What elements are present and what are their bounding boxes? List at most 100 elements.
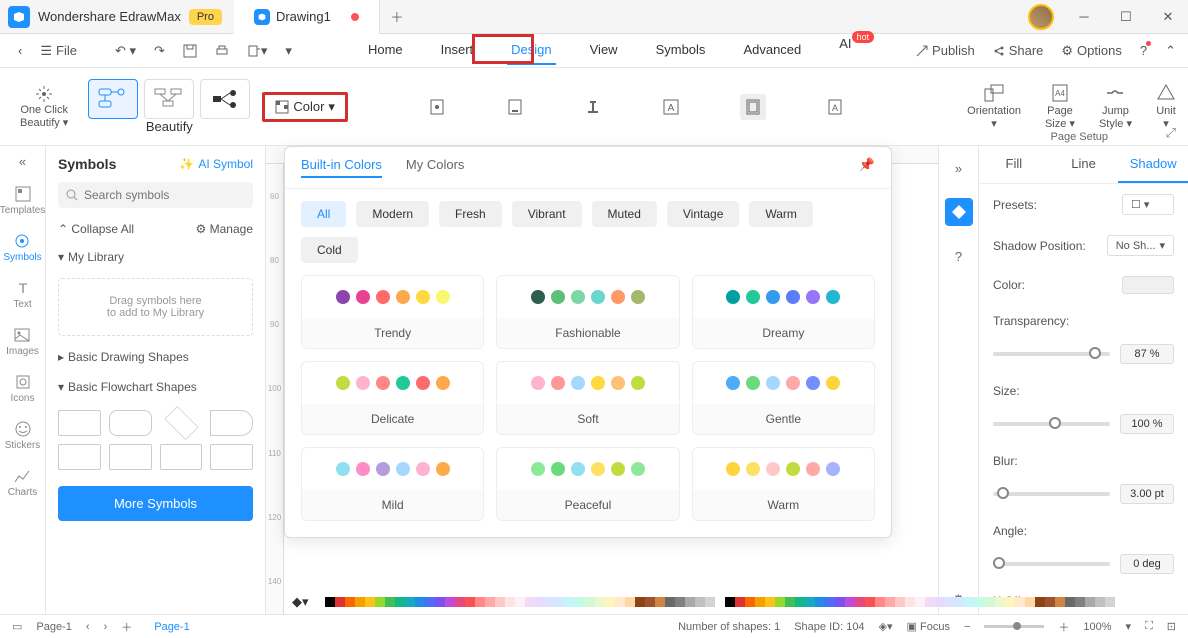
unit-button[interactable]: Unit▾ — [1156, 83, 1176, 130]
my-colors-tab[interactable]: My Colors — [406, 157, 465, 178]
rail-stickers[interactable]: Stickers — [5, 420, 41, 451]
color-card-dreamy[interactable]: Dreamy — [692, 275, 875, 349]
collapse-all[interactable]: ⌃ Collapse All — [58, 222, 134, 236]
minimize-button[interactable]: ─ — [1064, 1, 1104, 33]
shape-7[interactable] — [160, 444, 203, 470]
page-name[interactable]: Page-1 — [36, 621, 71, 633]
menu-advanced[interactable]: Advanced — [739, 36, 805, 65]
shape-rect[interactable] — [58, 410, 101, 436]
menu-ai[interactable]: AIhot — [835, 36, 874, 65]
ribbon-icon-3[interactable] — [584, 98, 602, 116]
size-slider[interactable] — [993, 422, 1110, 426]
shape-6[interactable] — [109, 444, 152, 470]
help-button[interactable]: ? — [1140, 43, 1147, 58]
ribbon-icon-5[interactable] — [740, 94, 766, 120]
filter-fresh[interactable]: Fresh — [439, 201, 502, 227]
filter-muted[interactable]: Muted — [592, 201, 657, 227]
right-rail-help[interactable]: ? — [945, 242, 973, 270]
color-dropdown[interactable]: Color▾ — [262, 92, 348, 122]
right-rail-style[interactable] — [945, 198, 973, 226]
page-tab[interactable]: Page-1 — [146, 621, 197, 633]
line-tab[interactable]: Line — [1049, 146, 1119, 183]
focus-button[interactable]: ▣ Focus — [907, 620, 950, 633]
menu-design[interactable]: Design — [507, 36, 555, 65]
filter-cold[interactable]: Cold — [301, 237, 358, 263]
manage-button[interactable]: ⚙ Manage — [196, 222, 253, 236]
orientation-button[interactable]: Orientation▾ — [967, 83, 1021, 130]
shadow-tab[interactable]: Shadow — [1118, 146, 1188, 183]
menu-insert[interactable]: Insert — [437, 36, 478, 65]
add-page[interactable]: ＋ — [121, 619, 132, 635]
pages-icon[interactable]: ▭ — [12, 620, 22, 633]
ribbon-icon-1[interactable] — [428, 98, 446, 116]
basic-flowchart-cat[interactable]: ▾ Basic Flowchart Shapes — [46, 372, 265, 402]
layout-opt-1[interactable] — [88, 79, 138, 119]
transparency-slider[interactable] — [993, 352, 1110, 356]
color-card-soft[interactable]: Soft — [496, 361, 679, 435]
options-button[interactable]: ⚙ Options — [1061, 43, 1121, 59]
angle-slider[interactable] — [993, 562, 1110, 566]
shape-diamond[interactable] — [164, 406, 198, 440]
basic-drawing-cat[interactable]: ▸ Basic Drawing Shapes — [46, 342, 265, 372]
right-rail-expand[interactable]: » — [945, 154, 973, 182]
back-button[interactable]: ‹ — [12, 39, 28, 62]
rail-text[interactable]: TText — [13, 279, 31, 310]
search-symbols[interactable] — [58, 182, 253, 208]
rail-symbols[interactable]: Symbols — [3, 232, 41, 263]
fit-page[interactable]: ⛶ — [1145, 620, 1153, 633]
page-size-button[interactable]: A4PageSize ▾ — [1045, 83, 1075, 130]
layout-opt-2[interactable] — [144, 79, 194, 119]
rail-images[interactable]: Images — [6, 326, 39, 357]
shape-8[interactable] — [210, 444, 253, 470]
size-value[interactable]: 100 % — [1120, 414, 1174, 434]
rail-charts[interactable]: Charts — [8, 467, 37, 498]
shape-doc[interactable] — [210, 410, 253, 436]
color-card-trendy[interactable]: Trendy — [301, 275, 484, 349]
filter-all[interactable]: All — [301, 201, 346, 227]
next-page[interactable]: › — [104, 621, 108, 633]
layers-button[interactable]: ◈▾ — [879, 620, 893, 633]
color-swatch[interactable] — [1122, 276, 1174, 294]
undo-button[interactable]: ↶ ▾ — [109, 39, 142, 63]
builtin-colors-tab[interactable]: Built-in Colors — [301, 157, 382, 178]
add-tab-button[interactable]: ＋ — [380, 7, 414, 26]
redo-button[interactable]: ↷ — [148, 39, 171, 63]
color-card-peaceful[interactable]: Peaceful — [496, 447, 679, 521]
shape-5[interactable] — [58, 444, 101, 470]
library-drop-zone[interactable]: Drag symbols hereto add to My Library — [58, 278, 253, 336]
color-card-delicate[interactable]: Delicate — [301, 361, 484, 435]
color-strip[interactable]: ◆▾ — [284, 590, 938, 614]
color-card-fashionable[interactable]: Fashionable — [496, 275, 679, 349]
zoom-out[interactable]: − — [964, 621, 970, 633]
rail-templates[interactable]: Templates — [0, 185, 45, 216]
share-button[interactable]: Share — [993, 43, 1044, 58]
maximize-button[interactable]: ☐ — [1106, 1, 1146, 33]
position-select[interactable]: No Sh...▾ — [1107, 235, 1174, 256]
menu-symbols[interactable]: Symbols — [652, 36, 710, 65]
pin-popup[interactable]: 📌 — [859, 157, 875, 178]
filter-vintage[interactable]: Vintage — [667, 201, 739, 227]
one-click-beautify[interactable]: One Click Beautify ▾ — [12, 84, 76, 129]
transparency-value[interactable]: 87 % — [1120, 344, 1174, 364]
color-card-mild[interactable]: Mild — [301, 447, 484, 521]
prev-page[interactable]: ‹ — [86, 621, 90, 633]
layout-opt-3[interactable] — [200, 79, 250, 119]
jump-style-button[interactable]: JumpStyle ▾ — [1099, 83, 1132, 130]
publish-button[interactable]: Publish — [916, 43, 975, 58]
filter-warm[interactable]: Warm — [749, 201, 813, 227]
export-button[interactable]: ▾ — [241, 39, 274, 63]
filter-modern[interactable]: Modern — [356, 201, 429, 227]
collapse-ribbon[interactable]: ⌃ — [1165, 43, 1176, 59]
blur-slider[interactable] — [993, 492, 1110, 496]
rail-icons[interactable]: Icons — [11, 373, 35, 404]
canvas-area[interactable]: 608090100110120140 Built-in Colors My Co… — [266, 146, 938, 614]
color-card-gentle[interactable]: Gentle — [692, 361, 875, 435]
shape-rounded[interactable] — [109, 410, 152, 436]
zoom-value[interactable]: 100% — [1083, 621, 1111, 633]
ribbon-icon-4[interactable]: A — [662, 98, 680, 116]
filter-vibrant[interactable]: Vibrant — [512, 201, 582, 227]
zoom-slider[interactable] — [984, 625, 1044, 628]
print-button[interactable] — [209, 40, 235, 62]
color-card-warm[interactable]: Warm — [692, 447, 875, 521]
my-library-cat[interactable]: ▾ My Library — [46, 242, 265, 272]
